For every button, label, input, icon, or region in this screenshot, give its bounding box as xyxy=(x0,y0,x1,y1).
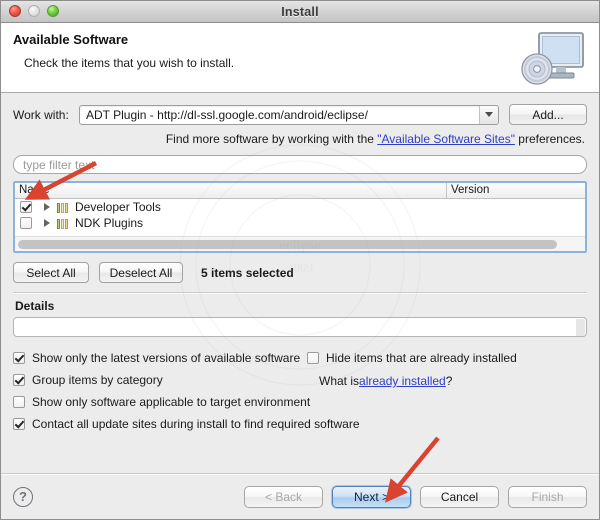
window-controls xyxy=(9,5,59,17)
table-row[interactable]: Developer Tools xyxy=(15,199,585,215)
selection-bar: Select All Deselect All 5 items selected xyxy=(13,262,587,283)
option-hide-installed-items[interactable]: Hide items that are already installed xyxy=(307,347,517,369)
label-show-latest-versions: Show only the latest versions of availab… xyxy=(32,351,301,365)
already-installed-help-text: What is already installed? xyxy=(319,370,452,392)
page-title: Available Software xyxy=(13,32,129,47)
category-icon xyxy=(57,202,68,213)
category-icon xyxy=(57,218,68,229)
row-checkbox-ndk-plugins[interactable] xyxy=(20,217,32,229)
option-group-by-category[interactable]: Group items by category xyxy=(13,369,587,391)
close-button[interactable] xyxy=(9,5,21,17)
already-installed-link[interactable]: already installed xyxy=(359,374,446,388)
tree-header: Name Version xyxy=(15,183,585,199)
expand-arrow-icon[interactable] xyxy=(44,219,50,227)
label-hide-installed-items: Hide items that are already installed xyxy=(326,351,517,365)
checkbox-applicable-target-environment[interactable] xyxy=(13,396,25,408)
find-more-prefix: Find more software by working with the xyxy=(165,132,378,146)
available-software-sites-link[interactable]: "Available Software Sites" xyxy=(377,132,515,146)
divider xyxy=(13,292,587,294)
label-group-by-category: Group items by category xyxy=(32,373,163,387)
table-row[interactable]: NDK Plugins xyxy=(15,215,585,231)
filter-input[interactable]: type filter text xyxy=(13,155,587,174)
select-all-button[interactable]: Select All xyxy=(13,262,89,283)
options-group: Show only the latest versions of availab… xyxy=(13,347,587,435)
deselect-all-button[interactable]: Deselect All xyxy=(99,262,183,283)
next-button[interactable]: Next > xyxy=(332,485,411,508)
checkbox-hide-installed-items[interactable] xyxy=(307,352,319,364)
checkbox-show-latest-versions[interactable] xyxy=(13,352,25,364)
label-contact-all-update-sites: Contact all update sites during install … xyxy=(32,417,360,431)
install-dialog-window: Install Available Software Check the ite… xyxy=(0,0,600,520)
work-with-combobox[interactable]: ADT Plugin - http://dl-ssl.google.com/an… xyxy=(79,104,499,125)
filter-placeholder: type filter text xyxy=(23,157,95,172)
work-with-row: Work with: ADT Plugin - http://dl-ssl.go… xyxy=(13,104,587,125)
row-checkbox-developer-tools[interactable] xyxy=(20,201,32,213)
dialog-body: Work with: ADT Plugin - http://dl-ssl.go… xyxy=(1,93,599,473)
label-applicable-target-environment: Show only software applicable to target … xyxy=(32,395,311,409)
install-disc-monitor-icon xyxy=(521,32,584,85)
back-button[interactable]: < Back xyxy=(244,485,323,508)
help-question-icon[interactable]: ? xyxy=(13,486,33,507)
work-with-label: Work with: xyxy=(13,107,69,122)
chevron-down-icon[interactable] xyxy=(479,105,498,124)
find-more-software-text: Find more software by working with the "… xyxy=(13,132,587,146)
page-subtitle: Check the items that you wish to install… xyxy=(24,56,235,70)
already-installed-prefix: What is xyxy=(319,374,360,388)
dialog-footer: ? < Back Next > Cancel Finish xyxy=(1,473,599,519)
expand-arrow-icon[interactable] xyxy=(44,203,50,211)
scrollbar-thumb[interactable] xyxy=(18,239,557,249)
details-label: Details xyxy=(15,299,55,313)
row-label-ndk-plugins: NDK Plugins xyxy=(75,216,144,230)
already-installed-suffix: ? xyxy=(445,374,453,388)
checkbox-contact-all-update-sites[interactable] xyxy=(13,418,25,430)
details-scroll-grip[interactable] xyxy=(576,319,585,336)
zoom-button[interactable] xyxy=(47,5,59,17)
cancel-button[interactable]: Cancel xyxy=(420,485,499,508)
tree-horizontal-scrollbar[interactable] xyxy=(15,236,585,251)
details-textarea[interactable] xyxy=(13,317,587,337)
available-software-tree[interactable]: Name Version Developer Tools NDK Plugins xyxy=(13,181,587,253)
option-contact-all-update-sites[interactable]: Contact all update sites during install … xyxy=(13,413,587,435)
column-header-version[interactable]: Version xyxy=(447,183,585,198)
add-site-button[interactable]: Add... xyxy=(509,104,587,125)
window-title: Install xyxy=(281,4,319,19)
window-titlebar: Install xyxy=(1,1,599,23)
option-applicable-target-environment[interactable]: Show only software applicable to target … xyxy=(13,391,587,413)
finish-button[interactable]: Finish xyxy=(508,485,587,508)
minimize-button[interactable] xyxy=(28,5,40,17)
wizard-header: Available Software Check the items that … xyxy=(1,23,599,93)
column-header-name[interactable]: Name xyxy=(15,183,447,198)
work-with-value: ADT Plugin - http://dl-ssl.google.com/an… xyxy=(86,107,368,122)
row-label-developer-tools: Developer Tools xyxy=(75,200,161,214)
find-more-suffix: preferences. xyxy=(514,132,585,146)
wizard-buttons: < Back Next > Cancel Finish xyxy=(244,485,587,508)
items-selected-status: 5 items selected xyxy=(201,265,294,280)
tree-rows: Developer Tools NDK Plugins xyxy=(15,199,585,236)
checkbox-group-by-category[interactable] xyxy=(13,374,25,386)
